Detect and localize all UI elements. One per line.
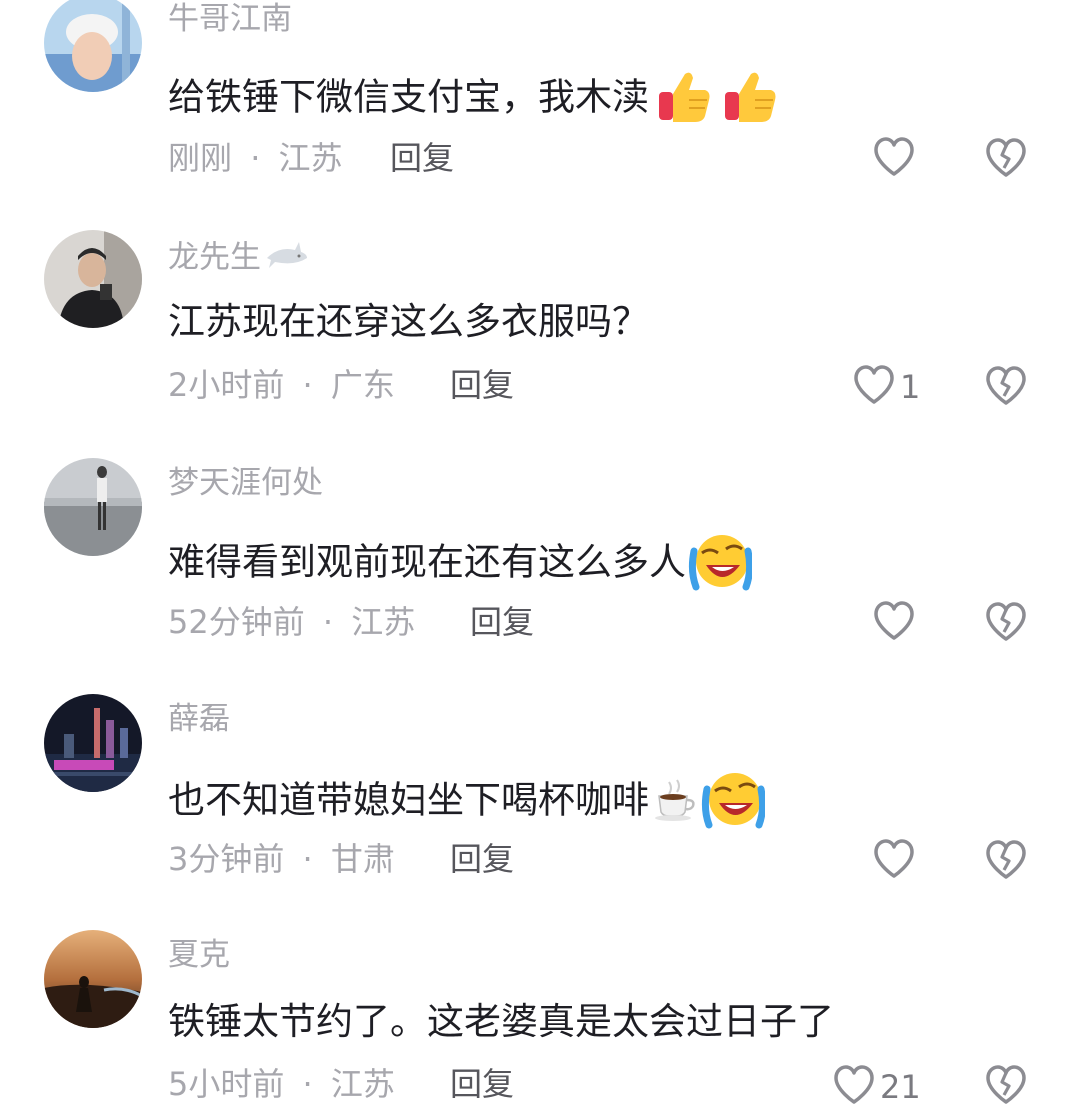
comment-username[interactable]: 龙先生 — [168, 240, 309, 278]
comment-item: 牛哥江南 给铁锤下微信支付宝，我木渎 刚刚 · 江苏 回复 — [0, 0, 1080, 200]
comment-meta: 5小时前 · 江苏 — [168, 1068, 395, 1100]
like-button[interactable] — [872, 136, 916, 182]
comment-text: 难得看到观前现在还有这么多人 — [168, 531, 754, 597]
comment-time: 3分钟前 — [168, 840, 285, 878]
heart-icon — [872, 838, 916, 884]
comment-location: 江苏 — [278, 139, 343, 177]
meta-separator: · — [302, 366, 313, 404]
comment-text: 也不知道带媳妇坐下喝杯咖啡 — [168, 769, 767, 835]
comment-time: 2小时前 — [168, 366, 285, 404]
like-button[interactable]: 1 — [852, 364, 920, 410]
comment-location: 江苏 — [351, 603, 416, 641]
avatar[interactable] — [44, 694, 142, 792]
reply-button[interactable]: 回复 — [450, 843, 514, 875]
thumbs-up-icon — [719, 66, 779, 132]
comment-time: 52分钟前 — [168, 603, 305, 641]
comment-text: 给铁锤下微信支付宝，我木渎 — [168, 66, 779, 132]
comment-username-text: 龙先生 — [168, 239, 261, 276]
avatar[interactable] — [44, 0, 142, 92]
heart-icon — [832, 1064, 876, 1110]
reply-button[interactable]: 回复 — [470, 606, 534, 638]
heart-icon — [872, 136, 916, 182]
dislike-button[interactable] — [984, 1064, 1028, 1110]
comment-text-content: 难得看到观前现在还有这么多人 — [168, 540, 686, 584]
broken-heart-icon — [984, 1065, 1028, 1110]
reply-button[interactable]: 回复 — [450, 369, 514, 401]
dislike-button[interactable] — [984, 137, 1028, 183]
like-count: 21 — [880, 1068, 921, 1106]
heart-icon — [872, 600, 916, 646]
comment-text: 江苏现在还穿这么多衣服吗？ — [168, 300, 649, 343]
thumbs-up-icon — [653, 66, 713, 132]
comment-text-content: 也不知道带媳妇坐下喝杯咖啡 — [168, 778, 649, 822]
comment-meta: 2小时前 · 广东 — [168, 369, 395, 401]
comment-meta: 刚刚 · 江苏 — [168, 142, 343, 174]
broken-heart-icon — [984, 602, 1028, 647]
comment-time: 5小时前 — [168, 1065, 285, 1103]
heart-icon — [852, 364, 896, 410]
loudly-crying-face-icon — [688, 531, 754, 597]
comment-location: 江苏 — [330, 1065, 395, 1103]
avatar[interactable] — [44, 930, 142, 1028]
avatar[interactable] — [44, 458, 142, 556]
reply-button[interactable]: 回复 — [390, 142, 454, 174]
meta-separator: · — [250, 139, 261, 177]
comment-meta: 52分钟前 · 江苏 — [168, 606, 415, 638]
like-button[interactable] — [872, 600, 916, 646]
comment-username[interactable]: 薛磊 — [168, 704, 230, 735]
like-button[interactable]: 21 — [832, 1064, 921, 1110]
comment-meta: 3分钟前 · 甘肃 — [168, 843, 395, 875]
reply-button[interactable]: 回复 — [450, 1068, 514, 1100]
dislike-button[interactable] — [984, 365, 1028, 411]
comment-username[interactable]: 夏克 — [168, 940, 230, 971]
broken-heart-icon — [984, 138, 1028, 183]
comment-location: 广东 — [330, 366, 395, 404]
loudly-crying-face-icon — [701, 769, 767, 835]
comment-username[interactable]: 牛哥江南 — [168, 4, 292, 35]
avatar[interactable] — [44, 230, 142, 328]
broken-heart-icon — [984, 366, 1028, 411]
like-count: 1 — [900, 368, 921, 406]
dislike-button[interactable] — [984, 839, 1028, 885]
comment-text-content: 给铁锤下微信支付宝，我木渎 — [168, 75, 649, 119]
meta-separator: · — [302, 1065, 313, 1103]
comment-location: 甘肃 — [330, 840, 395, 878]
comment-username[interactable]: 梦天涯何处 — [168, 468, 323, 499]
shark-icon — [265, 240, 309, 278]
like-button[interactable] — [872, 838, 916, 884]
comment-text: 铁锤太节约了。这老婆真是太会过日子了 — [168, 1000, 834, 1043]
comment-time: 刚刚 — [168, 139, 233, 177]
meta-separator: · — [302, 840, 313, 878]
meta-separator: · — [322, 603, 334, 641]
coffee-icon — [653, 776, 699, 828]
dislike-button[interactable] — [984, 601, 1028, 647]
broken-heart-icon — [984, 840, 1028, 885]
